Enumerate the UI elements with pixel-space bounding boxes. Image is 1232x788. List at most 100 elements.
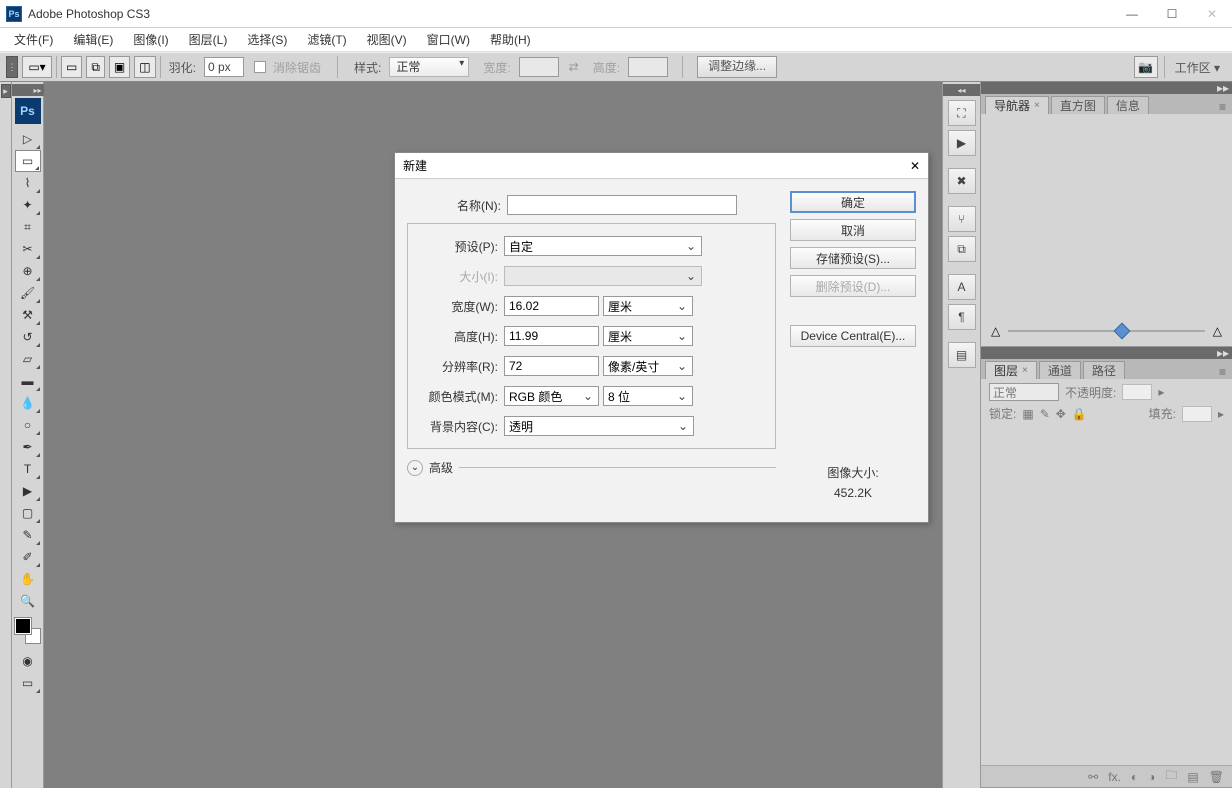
- history-brush-icon[interactable]: ↺: [15, 326, 41, 348]
- wand-tool-icon[interactable]: ✦: [15, 194, 41, 216]
- res-input[interactable]: [504, 356, 599, 376]
- tab-info[interactable]: 信息: [1107, 96, 1149, 114]
- close-icon[interactable]: ×: [1022, 365, 1028, 376]
- menu-edit[interactable]: 编辑(E): [63, 29, 123, 50]
- lock-trans-icon[interactable]: ▦: [1022, 407, 1033, 421]
- lock-all-icon[interactable]: 🔒: [1072, 407, 1087, 421]
- ok-button[interactable]: 确定: [790, 191, 916, 213]
- refine-edge-button[interactable]: 调整边缘...: [697, 56, 777, 78]
- device-central-button[interactable]: Device Central(E)...: [790, 325, 916, 347]
- advanced-toggle[interactable]: ⌄ 高级: [407, 459, 776, 476]
- group-layers-icon[interactable]: 🗀: [1165, 766, 1177, 787]
- panel-menu-icon[interactable]: ≡: [1213, 100, 1232, 114]
- opacity-arrow-icon[interactable]: ▸: [1158, 385, 1164, 399]
- depth-select[interactable]: 8 位: [603, 386, 693, 406]
- close-icon[interactable]: ×: [1034, 100, 1040, 111]
- width-input[interactable]: [504, 296, 599, 316]
- blend-mode-select[interactable]: 正常: [989, 383, 1059, 401]
- dialog-titlebar[interactable]: 新建 ✕: [395, 153, 928, 179]
- shape-tool-icon[interactable]: ▢: [15, 502, 41, 524]
- heal-tool-icon[interactable]: ⊕: [15, 260, 41, 282]
- tab-paths[interactable]: 路径: [1083, 361, 1125, 379]
- link-layers-icon[interactable]: ⚯: [1088, 770, 1098, 784]
- zoom-tool-icon[interactable]: 🔍: [15, 590, 41, 612]
- height-unit-select[interactable]: 厘米: [603, 326, 693, 346]
- eyedropper-tool-icon[interactable]: ✐: [15, 546, 41, 568]
- bridge-icon[interactable]: 📷: [1134, 56, 1158, 78]
- slice-tool-icon[interactable]: ✂: [15, 238, 41, 260]
- new-layer-icon[interactable]: ▤: [1187, 770, 1198, 784]
- move-tool-icon[interactable]: ▷: [15, 128, 41, 150]
- channels-icon[interactable]: ⧉: [948, 236, 976, 262]
- preset-select[interactable]: 自定: [504, 236, 702, 256]
- navigator-icon[interactable]: ⛶: [948, 100, 976, 126]
- opacity-input[interactable]: [1122, 384, 1152, 400]
- mode-select[interactable]: RGB 颜色: [504, 386, 599, 406]
- quickmask-icon[interactable]: ◉: [15, 650, 41, 672]
- actions-icon[interactable]: ▤: [948, 342, 976, 368]
- maximize-button[interactable]: ☐: [1152, 2, 1192, 26]
- workspace-menu[interactable]: 工作区 ▾: [1175, 59, 1220, 76]
- fill-input[interactable]: [1182, 406, 1212, 422]
- menu-file[interactable]: 文件(F): [4, 29, 63, 50]
- sel-intersect-icon[interactable]: ◫: [134, 56, 155, 78]
- stamp-tool-icon[interactable]: ⚒: [15, 304, 41, 326]
- layers-icon[interactable]: ⑂: [948, 206, 976, 232]
- lock-pos-icon[interactable]: ✥: [1056, 407, 1066, 421]
- save-preset-button[interactable]: 存储预设(S)...: [790, 247, 916, 269]
- menu-image[interactable]: 图像(I): [123, 29, 178, 50]
- adjust-layer-icon[interactable]: ◑: [1148, 770, 1155, 784]
- paragraph-icon[interactable]: ¶: [948, 304, 976, 330]
- notes-tool-icon[interactable]: ✎: [15, 524, 41, 546]
- right-dock-header[interactable]: ◂◂: [943, 84, 981, 96]
- bg-select[interactable]: 透明: [504, 416, 694, 436]
- screenmode-icon[interactable]: ▭: [15, 672, 41, 694]
- menu-window[interactable]: 窗口(W): [417, 29, 480, 50]
- name-input[interactable]: [507, 195, 737, 215]
- marquee-tool-icon[interactable]: ▭: [15, 150, 41, 172]
- nav-panel-header[interactable]: ▸▸: [981, 82, 1232, 94]
- sel-new-icon[interactable]: ▭: [61, 56, 82, 78]
- delete-layer-icon[interactable]: 🗑: [1209, 770, 1224, 784]
- pen-tool-icon[interactable]: ✒: [15, 436, 41, 458]
- menu-filter[interactable]: 滤镜(T): [297, 29, 356, 50]
- width-unit-select[interactable]: 厘米: [603, 296, 693, 316]
- brush-tool-icon[interactable]: 🖌: [15, 282, 41, 304]
- dodge-tool-icon[interactable]: ○: [15, 414, 41, 436]
- color-swatches[interactable]: [15, 618, 41, 644]
- fg-color-swatch[interactable]: [15, 618, 31, 634]
- cancel-button[interactable]: 取消: [790, 219, 916, 241]
- histogram-icon[interactable]: ▶: [948, 130, 976, 156]
- tab-navigator[interactable]: 导航器×: [985, 96, 1049, 114]
- type-tool-icon[interactable]: T: [15, 458, 41, 480]
- res-unit-select[interactable]: 像素/英寸: [603, 356, 693, 376]
- sel-sub-icon[interactable]: ▣: [109, 56, 130, 78]
- menu-select[interactable]: 选择(S): [237, 29, 297, 50]
- blur-tool-icon[interactable]: 💧: [15, 392, 41, 414]
- layer-mask-icon[interactable]: ◐: [1131, 770, 1138, 784]
- hand-tool-icon[interactable]: ✋: [15, 568, 41, 590]
- menu-view[interactable]: 视图(V): [357, 29, 417, 50]
- menu-help[interactable]: 帮助(H): [480, 29, 541, 50]
- antialias-checkbox[interactable]: [254, 61, 266, 73]
- tool-preset[interactable]: ▭▾: [22, 56, 52, 78]
- layer-fx-icon[interactable]: fx.: [1108, 770, 1121, 784]
- zoom-in-icon[interactable]: △: [1213, 324, 1222, 338]
- lasso-tool-icon[interactable]: ⌇: [15, 172, 41, 194]
- tab-histogram[interactable]: 直方图: [1051, 96, 1105, 114]
- zoom-out-icon[interactable]: △: [991, 324, 1000, 338]
- menu-layer[interactable]: 图层(L): [179, 29, 238, 50]
- crop-tool-icon[interactable]: ⌗: [15, 216, 41, 238]
- fill-arrow-icon[interactable]: ▸: [1218, 407, 1224, 421]
- path-select-icon[interactable]: ▶: [15, 480, 41, 502]
- tab-channels[interactable]: 通道: [1039, 361, 1081, 379]
- tools-header[interactable]: ▸▸: [12, 84, 44, 96]
- height-input[interactable]: [504, 326, 599, 346]
- feather-input[interactable]: [204, 57, 244, 77]
- options-grip[interactable]: ⋮: [6, 56, 18, 78]
- close-button[interactable]: ✕: [1192, 2, 1232, 26]
- style-select[interactable]: 正常: [389, 57, 469, 77]
- tab-layers[interactable]: 图层×: [985, 361, 1037, 379]
- gradient-tool-icon[interactable]: ▬: [15, 370, 41, 392]
- left-dock-tab[interactable]: ▸: [1, 84, 11, 98]
